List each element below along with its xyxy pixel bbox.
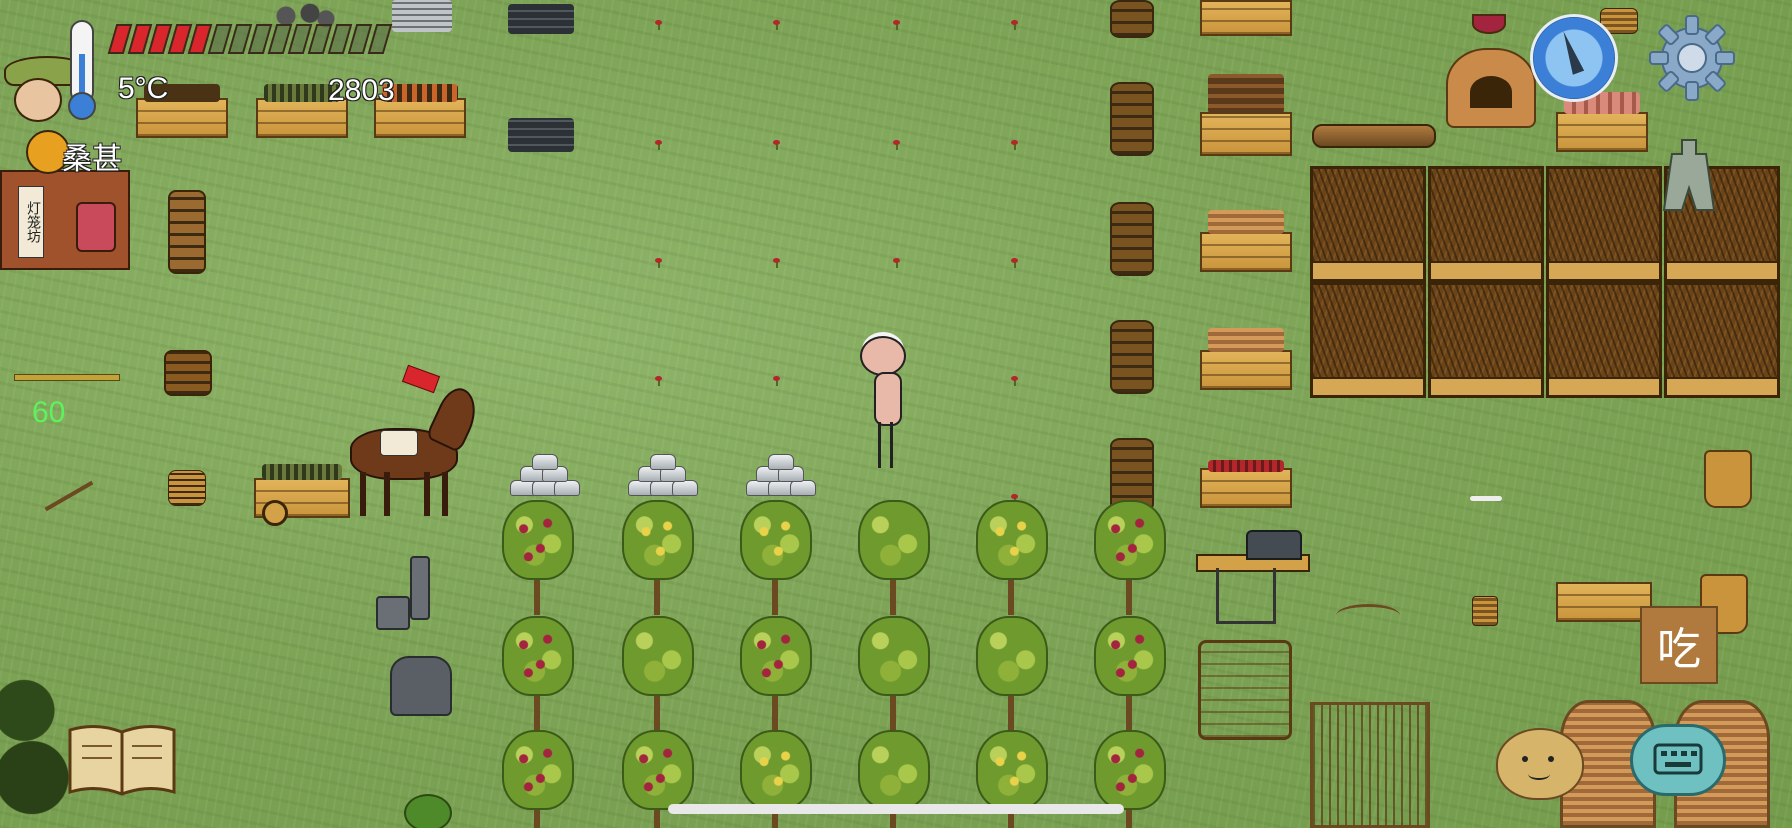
berry-sprout[interactable] bbox=[1010, 258, 1020, 268]
gooseberry-bush[interactable] bbox=[1090, 500, 1170, 615]
gear-icon[interactable] bbox=[1646, 12, 1738, 104]
player-head bbox=[860, 336, 906, 376]
sewing-machine[interactable] bbox=[1196, 530, 1310, 626]
berry-sprout[interactable] bbox=[892, 140, 902, 150]
player-character[interactable] bbox=[852, 336, 916, 472]
berry-sprout[interactable] bbox=[772, 258, 782, 268]
empty-bush[interactable] bbox=[854, 500, 934, 615]
woven-basket[interactable] bbox=[164, 350, 212, 396]
woven-basket[interactable] bbox=[1110, 320, 1154, 394]
grain-sack[interactable] bbox=[1704, 450, 1752, 508]
gooseberry-bush[interactable] bbox=[498, 500, 578, 615]
npc-name-label: 桑甚 bbox=[62, 142, 122, 177]
storage-crate[interactable] bbox=[1200, 210, 1292, 272]
potato-face-icon[interactable] bbox=[1496, 728, 1584, 800]
gooseberry-bush[interactable] bbox=[736, 616, 816, 731]
basket-stack[interactable] bbox=[168, 190, 206, 274]
gooseberry-bush[interactable] bbox=[498, 616, 578, 731]
berry-sprout[interactable] bbox=[1010, 20, 1020, 30]
bone[interactable] bbox=[1470, 496, 1502, 501]
storage-crate[interactable] bbox=[1200, 74, 1292, 156]
berry-sprout[interactable] bbox=[772, 20, 782, 30]
berry-sprout[interactable] bbox=[654, 258, 664, 268]
score-counter: 2803 bbox=[328, 74, 395, 107]
berry-sprout[interactable] bbox=[772, 140, 782, 150]
stone-pile[interactable] bbox=[502, 454, 582, 502]
game-world[interactable]: 灯笼坊 桑甚 5°C 2803 60 吃 bbox=[0, 0, 1792, 828]
berry-sprout[interactable] bbox=[772, 376, 782, 386]
flat-stone-stack[interactable] bbox=[392, 0, 452, 32]
compass-icon[interactable] bbox=[1530, 14, 1618, 102]
woven-basket[interactable] bbox=[1110, 82, 1154, 156]
storage-crate[interactable] bbox=[1200, 0, 1292, 36]
thatch-hut[interactable] bbox=[1310, 282, 1426, 398]
thermometer-icon[interactable] bbox=[62, 20, 102, 120]
player-body bbox=[874, 372, 902, 426]
adobe-oven[interactable] bbox=[1446, 48, 1536, 128]
berry-sprout[interactable] bbox=[1010, 140, 1020, 150]
empty-bush[interactable] bbox=[618, 616, 698, 731]
food-timer: 60 bbox=[32, 396, 66, 429]
gooseberry-bush[interactable] bbox=[1090, 616, 1170, 731]
shop-sign: 灯笼坊 bbox=[18, 186, 44, 258]
temperature-label: 5°C bbox=[118, 72, 169, 105]
keyboard-icon[interactable] bbox=[1630, 724, 1726, 796]
ancient-spade-coin-icon[interactable] bbox=[1660, 138, 1718, 214]
basket[interactable] bbox=[168, 470, 206, 506]
berry-sprout[interactable] bbox=[654, 20, 664, 30]
thatch-hut[interactable] bbox=[1428, 282, 1544, 398]
domestic-plant[interactable] bbox=[972, 500, 1052, 615]
storage-crate[interactable] bbox=[1556, 92, 1648, 152]
crossbow[interactable] bbox=[1336, 604, 1400, 627]
thatch-hut[interactable] bbox=[1428, 166, 1544, 282]
thatch-hut[interactable] bbox=[1546, 282, 1662, 398]
woven-basket[interactable] bbox=[1110, 202, 1154, 276]
empty-bush[interactable] bbox=[972, 616, 1052, 731]
charcoal-stack[interactable] bbox=[508, 4, 574, 34]
thatch-hut[interactable] bbox=[1546, 166, 1662, 282]
health-bar bbox=[107, 24, 393, 54]
storage-crate[interactable] bbox=[1200, 460, 1292, 508]
thatch-hut[interactable] bbox=[1664, 282, 1780, 398]
stone-pile[interactable] bbox=[620, 454, 700, 502]
woven-basket[interactable] bbox=[1110, 0, 1154, 38]
charcoal-stack[interactable] bbox=[508, 118, 574, 152]
basket[interactable] bbox=[1472, 596, 1498, 626]
berry-sprout[interactable] bbox=[654, 376, 664, 386]
domestic-plant[interactable] bbox=[618, 500, 698, 615]
health-segment-empty bbox=[367, 24, 393, 54]
iron-statue[interactable] bbox=[376, 556, 460, 716]
berry-sprout[interactable] bbox=[1010, 376, 1020, 386]
home-indicator[interactable] bbox=[668, 804, 1124, 814]
storage-crate[interactable] bbox=[1200, 328, 1292, 390]
cart-wheel bbox=[262, 500, 288, 526]
lantern bbox=[76, 202, 116, 252]
spinning-wheel[interactable] bbox=[1198, 640, 1292, 740]
berry-sprout[interactable] bbox=[892, 258, 902, 268]
empty-bush[interactable] bbox=[854, 616, 934, 731]
book-icon[interactable] bbox=[66, 722, 178, 798]
berry-sprout[interactable] bbox=[654, 140, 664, 150]
berry-bowl[interactable] bbox=[1472, 14, 1506, 34]
gooseberry-bush[interactable] bbox=[498, 730, 578, 828]
eat-button[interactable]: 吃 bbox=[1640, 606, 1718, 684]
lantern-shop-stall[interactable]: 灯笼坊 bbox=[0, 170, 130, 270]
stone-pile[interactable] bbox=[738, 454, 818, 502]
loom[interactable] bbox=[1310, 702, 1430, 828]
berry-sprout[interactable] bbox=[892, 20, 902, 30]
log[interactable] bbox=[1312, 124, 1436, 148]
eat-button-label: 吃 bbox=[1657, 624, 1701, 675]
horse[interactable] bbox=[340, 382, 490, 524]
handcart[interactable] bbox=[1556, 582, 1652, 622]
axe[interactable] bbox=[44, 480, 94, 512]
green-bush[interactable] bbox=[404, 794, 452, 828]
bamboo-pole[interactable] bbox=[14, 374, 120, 381]
domestic-plant[interactable] bbox=[736, 500, 816, 615]
thatch-hut[interactable] bbox=[1310, 166, 1426, 282]
